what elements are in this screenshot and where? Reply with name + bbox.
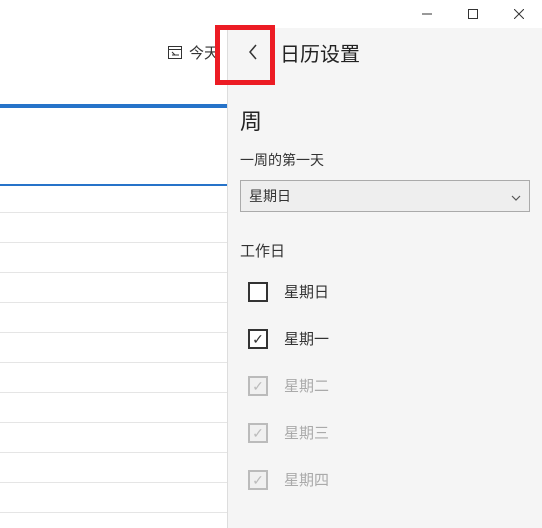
checkbox[interactable]: [248, 282, 268, 302]
chevron-left-icon: [247, 43, 259, 61]
checkbox-label: 星期一: [284, 328, 329, 349]
settings-panel: 日历设置 周 一周的第一天 星期日 工作日 星期日✓星期一✓星期二✓星期三✓星期…: [227, 28, 542, 528]
chevron-down-icon: [511, 188, 521, 204]
close-button[interactable]: [496, 0, 542, 28]
back-button[interactable]: [228, 28, 278, 77]
calendar-divider: [0, 184, 227, 186]
checkbox-label: 星期日: [284, 281, 329, 302]
workday-checkbox-list: 星期日 ✓ 星期一 ✓ 星期二 ✓ 星期三 ✓ 星期四: [240, 281, 530, 490]
minimize-icon: [422, 9, 432, 19]
maximize-icon: [468, 9, 478, 19]
first-day-value: 星期日: [249, 186, 291, 206]
checkbox-label: 星期二: [284, 375, 329, 396]
check-icon: ✓: [252, 332, 264, 346]
checkbox: ✓: [248, 423, 268, 443]
close-icon: [514, 9, 524, 19]
window-titlebar: [0, 0, 542, 28]
grid-line: [0, 512, 227, 513]
workday-checkbox-row[interactable]: ✓ 星期一: [240, 328, 530, 349]
workday-checkbox-row: ✓ 星期四: [240, 469, 530, 490]
grid-line: [0, 422, 227, 423]
main-area: 今天 日历设置 周: [0, 28, 542, 528]
checkbox-label: 星期三: [284, 422, 329, 443]
workday-checkbox-row: ✓ 星期二: [240, 375, 530, 396]
calendar-column: 今天: [0, 28, 227, 528]
calendar-toolbar: 今天: [0, 28, 227, 76]
grid-line: [0, 242, 227, 243]
today-button-label: 今天: [189, 42, 219, 63]
check-icon: ✓: [252, 379, 264, 393]
grid-line: [0, 482, 227, 483]
calendar-grid[interactable]: [0, 108, 227, 528]
grid-line: [0, 392, 227, 393]
settings-header: 日历设置: [240, 28, 530, 76]
calendar-today-icon: [167, 44, 183, 60]
check-icon: ✓: [252, 426, 264, 440]
today-button[interactable]: 今天: [167, 42, 219, 63]
grid-line: [0, 362, 227, 363]
workday-checkbox-row[interactable]: 星期日: [240, 281, 530, 302]
maximize-button[interactable]: [450, 0, 496, 28]
week-section-heading: 周: [240, 104, 530, 136]
checkbox-label: 星期四: [284, 469, 329, 490]
check-icon: ✓: [252, 473, 264, 487]
settings-title: 日历设置: [280, 38, 360, 67]
grid-line: [0, 452, 227, 453]
minimize-button[interactable]: [404, 0, 450, 28]
checkbox: ✓: [248, 376, 268, 396]
grid-line: [0, 212, 227, 213]
first-day-dropdown[interactable]: 星期日: [240, 180, 530, 212]
grid-line: [0, 302, 227, 303]
workday-checkbox-row: ✓ 星期三: [240, 422, 530, 443]
workdays-label: 工作日: [240, 240, 530, 261]
grid-line: [0, 272, 227, 273]
grid-line: [0, 332, 227, 333]
checkbox: ✓: [248, 470, 268, 490]
checkbox[interactable]: ✓: [248, 329, 268, 349]
first-day-label: 一周的第一天: [240, 150, 530, 170]
